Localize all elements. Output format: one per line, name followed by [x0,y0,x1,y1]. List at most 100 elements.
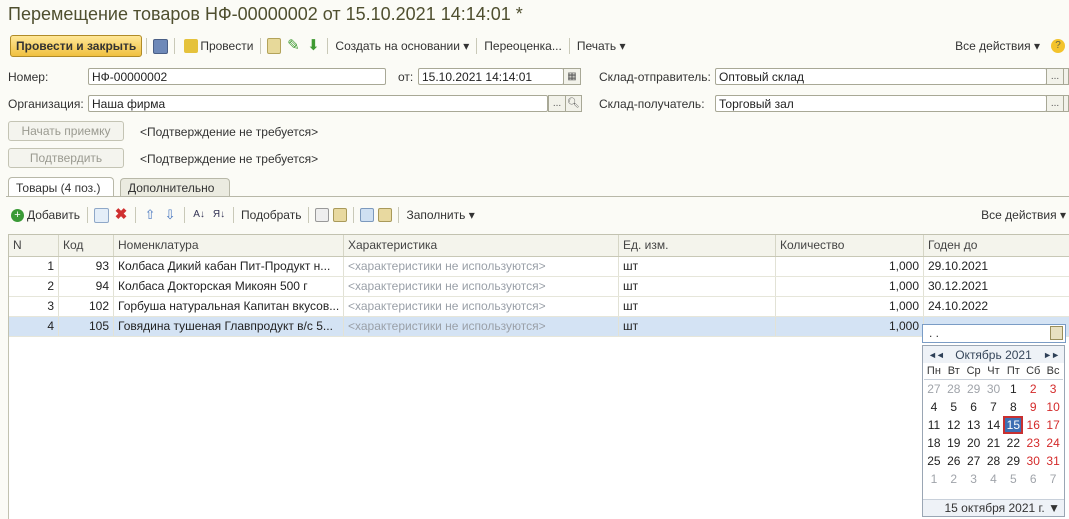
column-header-expiry[interactable]: Годен до [924,235,1069,256]
calendar-day[interactable]: 30 [984,380,1004,398]
cell-unit[interactable]: шт [619,257,776,276]
start-receipt-button[interactable]: Начать приемку [8,121,124,141]
calendar-day[interactable]: 23 [1023,434,1043,452]
number-field[interactable]: НФ-00000002 [88,68,386,85]
download-arrow-icon[interactable]: ⬇ [305,38,321,54]
column-header-code[interactable]: Код [59,235,114,256]
calendar-day[interactable]: 12 [944,416,964,434]
calendar-day[interactable]: 30 [1023,452,1043,470]
document-report-icon[interactable] [267,38,282,54]
post-and-close-button[interactable]: Провести и закрыть [10,35,143,57]
cell-quantity[interactable]: 1,000 [776,277,924,296]
date-field[interactable]: 15.10.2021 14:14:01 [418,68,564,85]
calendar-month-title[interactable]: Октябрь 2021 [955,348,1032,362]
calendar-day[interactable]: 21 [984,434,1004,452]
confirm-button[interactable]: Подтвердить [8,148,124,168]
table-row-selected[interactable]: 4 105 Говядина тушеная Главпродукт в/с 5… [9,317,1069,337]
cell-expiry[interactable]: 30.12.2021 [924,277,1069,296]
pick-button[interactable]: Подобрать [238,208,304,222]
calendar-day[interactable]: 5 [944,398,964,416]
calendar-day[interactable]: 25 [924,452,944,470]
calendar-day[interactable]: 11 [924,416,944,434]
post-button[interactable]: Провести [179,39,256,53]
calendar-footer[interactable]: 15 октября 2021 г. ▼ [923,499,1064,516]
calendar-day[interactable]: 10 [1043,398,1063,416]
cell-expiry[interactable]: 29.10.2021 [924,257,1069,276]
calendar-day[interactable]: 3 [1043,380,1063,398]
calendar-day[interactable]: 24 [1043,434,1063,452]
cell-nomenclature[interactable]: Говядина тушеная Главпродукт в/с 5... [114,317,344,336]
move-up-icon[interactable]: ⇧ [142,207,158,223]
copy-row-icon[interactable] [94,207,110,223]
select-ellipsis-icon[interactable]: ... [1046,68,1064,85]
calendar-day[interactable]: 14 [984,416,1004,434]
cell-quantity[interactable]: 1,000 [776,317,924,336]
calendar-day[interactable]: 22 [1003,434,1023,452]
organization-field[interactable]: Наша фирма [88,95,548,112]
calendar-day[interactable]: 29 [1003,452,1023,470]
calendar-day[interactable]: 28 [984,452,1004,470]
cell-nomenclature[interactable]: Горбуша натуральная Капитан вкусов... [114,297,344,316]
calendar-day[interactable]: 9 [1023,398,1043,416]
calendar-day[interactable]: 7 [1043,470,1063,488]
paste-icon[interactable] [333,208,348,222]
sort-descending-icon[interactable]: Я↓ [211,207,227,223]
create-based-on-menu[interactable]: Создать на основании ▾ [332,39,472,53]
column-header-unit[interactable]: Ед. изм. [619,235,776,256]
cell-nomenclature[interactable]: Колбаса Докторская Микоян 500 г [114,277,344,296]
table-row[interactable]: 3 102 Горбуша натуральная Капитан вкусов… [9,297,1069,317]
calendar-day[interactable]: 29 [964,380,984,398]
calendar-day[interactable]: 1 [1003,380,1023,398]
cell-expiry[interactable]: 24.10.2022 [924,297,1069,316]
sort-ascending-icon[interactable]: A↓ [191,207,207,223]
search-icon[interactable] [1063,95,1069,112]
calendar-day[interactable]: 1 [924,470,944,488]
calendar-day[interactable]: 26 [944,452,964,470]
print-menu[interactable]: Печать ▾ [574,39,629,53]
calendar-day[interactable]: 15 [1003,416,1024,434]
all-actions-menu[interactable]: Все действия ▾ [952,39,1043,53]
cell-characteristic[interactable]: <характеристики не используются> [344,277,619,296]
column-header-n[interactable]: N [9,235,59,256]
calendar-day[interactable]: 16 [1023,416,1043,434]
select-ellipsis-icon[interactable]: ... [548,95,566,112]
calendar-day[interactable]: 18 [924,434,944,452]
calendar-day[interactable]: 28 [944,380,964,398]
cell-characteristic[interactable]: <характеристики не используются> [344,257,619,276]
revaluation-button[interactable]: Переоценка... [481,39,565,53]
table-all-actions-menu[interactable]: Все действия ▾ [978,208,1069,222]
cell-unit[interactable]: шт [619,297,776,316]
table-row[interactable]: 1 93 Колбаса Дикий кабан Пит-Продукт н..… [9,257,1069,277]
calendar-day[interactable]: 4 [924,398,944,416]
column-header-characteristic[interactable]: Характеристика [344,235,619,256]
expiry-date-input[interactable]: . . [922,324,1066,343]
calendar-day[interactable]: 4 [984,470,1004,488]
delete-icon[interactable]: ✖ [113,207,129,223]
copy-icon[interactable] [315,208,330,222]
calendar-day[interactable]: 13 [964,416,984,434]
calendar-day[interactable]: 6 [1023,470,1043,488]
receiver-warehouse-field[interactable]: Торговый зал [715,95,1047,112]
calendar-day[interactable]: 27 [964,452,984,470]
calendar-day[interactable]: 2 [944,470,964,488]
paste-selected-icon[interactable] [378,208,393,222]
table-row[interactable]: 2 94 Колбаса Докторская Микоян 500 г <ха… [9,277,1069,297]
calendar-day[interactable]: 31 [1043,452,1063,470]
calendar-day[interactable]: 17 [1043,416,1063,434]
column-header-quantity[interactable]: Количество [776,235,924,256]
cell-characteristic[interactable]: <характеристики не используются> [344,297,619,316]
copy-selected-icon[interactable] [360,208,375,222]
sender-warehouse-field[interactable]: Оптовый склад [715,68,1047,85]
previous-month-icon[interactable]: ◄◄ [928,350,945,360]
calendar-day[interactable]: 7 [984,398,1004,416]
cell-nomenclature[interactable]: Колбаса Дикий кабан Пит-Продукт н... [114,257,344,276]
calendar-icon[interactable]: ▦ [563,68,581,85]
calendar-day[interactable]: 27 [924,380,944,398]
tab-additional[interactable]: Дополнительно [120,178,230,197]
edit-pencil-icon[interactable]: ✎ [285,38,301,54]
calendar-day[interactable]: 19 [944,434,964,452]
save-icon[interactable] [153,38,169,54]
calendar-icon[interactable] [1050,326,1063,340]
next-month-icon[interactable]: ►► [1043,350,1060,360]
select-ellipsis-icon[interactable]: ... [1046,95,1064,112]
